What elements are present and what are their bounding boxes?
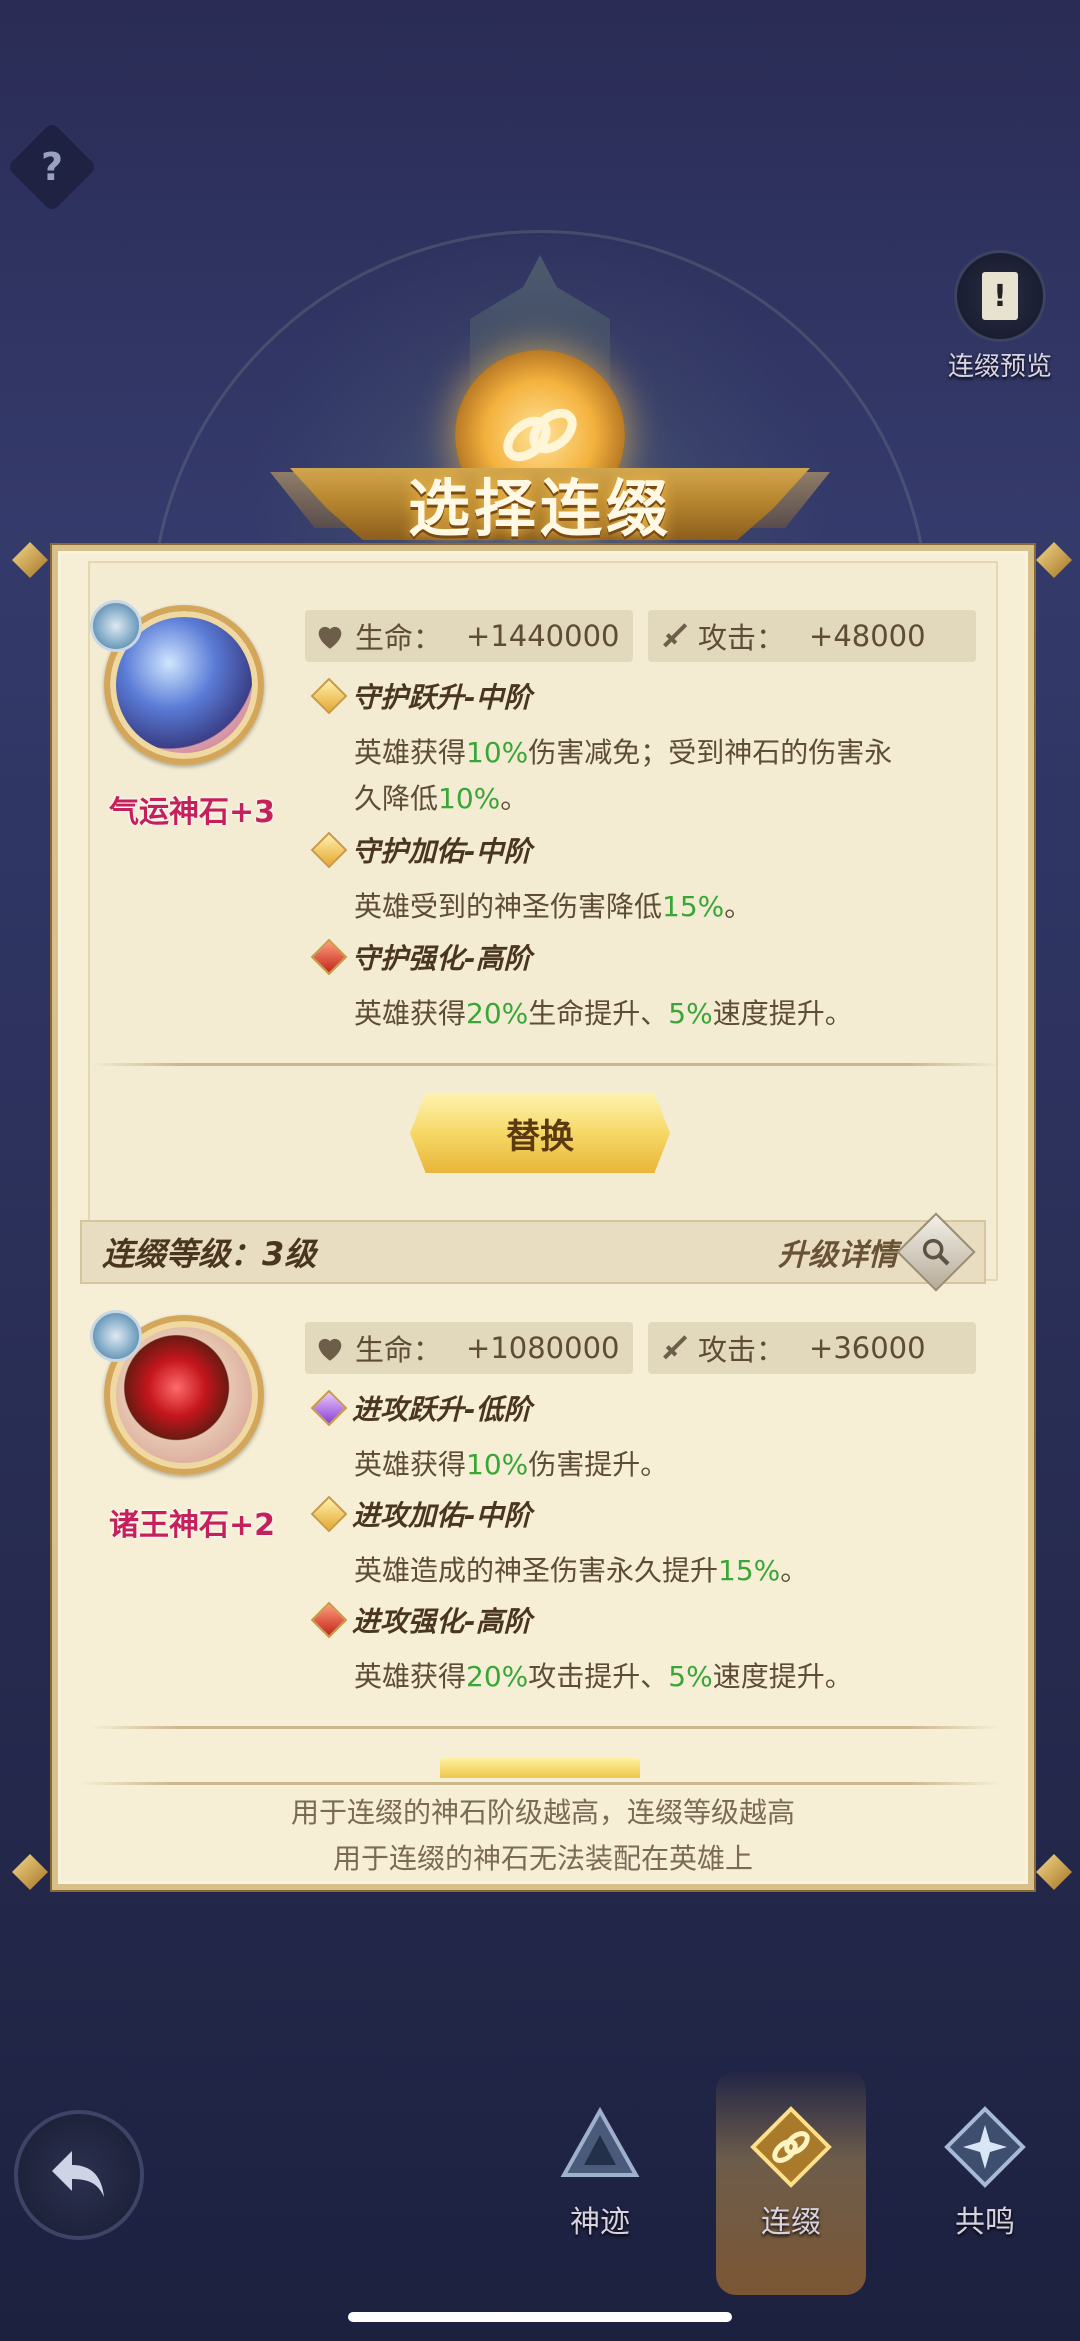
gem-name: 诸王神石+2 [108, 1508, 275, 1543]
home-indicator[interactable] [348, 2312, 732, 2322]
skill-description: 英雄获得20%生命提升、5%速度提升。 [354, 997, 853, 1030]
gold-diamond-icon [310, 677, 348, 715]
skill-item: 守护强化-高阶 英雄获得20%生命提升、5%速度提升。 [310, 937, 992, 1037]
nav-tab-miracle[interactable]: 神迹 [530, 2105, 670, 2255]
attack-value: +36000 [809, 1331, 926, 1365]
footer-divider [80, 1782, 1000, 1785]
chain-preview-button[interactable]: ! 连缀预览 [940, 250, 1060, 382]
skill-item: 进攻跃升-低阶 英雄获得10%伤害提升。 [310, 1388, 992, 1488]
section-divider [90, 1063, 1000, 1066]
sword-icon [663, 623, 688, 648]
attack-label: 攻击： [698, 1333, 786, 1367]
magnifier-icon [896, 1212, 976, 1292]
skill-description: 英雄获得20%攻击提升、5%速度提升。 [354, 1660, 853, 1693]
chain-emblem-icon [750, 2106, 832, 2188]
skill-description: 英雄造成的神圣伤害永久提升15%。 [354, 1554, 809, 1587]
skill-item: 进攻加佑-中阶 英雄造成的神圣伤害永久提升15%。 [310, 1494, 992, 1594]
gem-name: 气运神石+3 [108, 795, 275, 830]
replace-button[interactable]: 替换 [410, 1093, 670, 1173]
chain-level: 连缀等级：3级 [102, 1235, 317, 1273]
skill-title: 进攻跃升-低阶 [352, 1393, 532, 1426]
skill-title: 守护加佑-中阶 [352, 835, 532, 868]
help-icon: ? [40, 145, 64, 189]
back-arrow-icon [52, 2151, 104, 2197]
hp-label: 生命： [355, 621, 443, 655]
gem-rank-badge-icon [90, 600, 142, 652]
panel-corner-bolt [1036, 1854, 1072, 1890]
help-button[interactable]: ? [6, 121, 98, 213]
skill-description: 英雄获得10%伤害提升。 [354, 1448, 669, 1481]
skill-title: 守护跃升-中阶 [352, 681, 532, 714]
nav-label: 连缀 [761, 2205, 821, 2240]
attack-stat: 攻击： +48000 [648, 610, 976, 662]
nav-tab-chain[interactable]: 连缀 [721, 2105, 861, 2255]
skill-title: 守护强化-高阶 [352, 942, 532, 975]
red-diamond-icon [310, 938, 348, 976]
upgrade-details-button[interactable]: 升级详情 [778, 1212, 976, 1292]
gold-diamond-icon [310, 831, 348, 869]
hp-value: +1080000 [466, 1331, 620, 1365]
replace-button-peek[interactable] [440, 1758, 640, 1778]
panel-corner-bolt [1036, 542, 1072, 578]
gem-rank-badge-icon [90, 1310, 142, 1362]
skill-description: 英雄受到的神圣伤害降低15%。 [354, 890, 753, 923]
hp-stat: 生命： +1440000 [305, 610, 633, 662]
back-button[interactable] [14, 2110, 144, 2240]
attack-value: +48000 [809, 619, 926, 653]
nav-label: 神迹 [570, 2205, 630, 2240]
purple-diamond-icon [310, 1389, 348, 1427]
attack-label: 攻击： [698, 621, 786, 655]
sword-icon [663, 1335, 688, 1360]
nav-tab-resonance[interactable]: 共鸣 [915, 2105, 1055, 2255]
gold-diamond-icon [310, 1495, 348, 1533]
red-diamond-icon [310, 1601, 348, 1639]
skill-item: 守护加佑-中阶 英雄受到的神圣伤害降低15%。 [310, 830, 992, 930]
upgrade-details-label: 升级详情 [778, 1238, 898, 1273]
preview-label: 连缀预览 [947, 352, 1052, 382]
heart-icon [318, 1338, 342, 1361]
panel-corner-bolt [12, 1854, 48, 1890]
nav-label: 共鸣 [955, 2205, 1015, 2240]
chain-level-bar: 连缀等级：3级 升级详情 [80, 1212, 986, 1292]
skill-description: 英雄获得10%伤害减免；受到神石的伤害永 久降低10%。 [354, 736, 893, 815]
footer-line: 用于连缀的神石阶级越高，连缀等级越高 [290, 1796, 795, 1829]
hp-stat: 生命： +1080000 [305, 1322, 633, 1374]
skill-item: 守护跃升-中阶 英雄获得10%伤害减免；受到神石的伤害永 久降低10%。 [310, 676, 992, 822]
triangle-emblem-icon [560, 2106, 640, 2177]
page-title: 选择连缀 [407, 472, 672, 545]
panel-corner-bolt [12, 542, 48, 578]
section-divider [90, 1726, 1000, 1729]
card-alert-icon: ! [954, 250, 1046, 342]
footer-note: 用于连缀的神石阶级越高，连缀等级越高 用于连缀的神石无法装配在英雄上 [52, 1790, 1034, 1882]
skill-title: 进攻加佑-中阶 [352, 1499, 532, 1532]
preview-card-glyph: ! [982, 272, 1018, 320]
hp-label: 生命： [355, 1333, 443, 1367]
heart-icon [318, 626, 342, 649]
attack-stat: 攻击： +36000 [648, 1322, 976, 1374]
star-emblem-icon [944, 2106, 1026, 2188]
footer-line: 用于连缀的神石无法装配在英雄上 [332, 1842, 753, 1875]
skill-item: 进攻强化-高阶 英雄获得20%攻击提升、5%速度提升。 [310, 1600, 992, 1700]
skill-title: 进攻强化-高阶 [352, 1605, 532, 1638]
hp-value: +1440000 [466, 619, 620, 653]
